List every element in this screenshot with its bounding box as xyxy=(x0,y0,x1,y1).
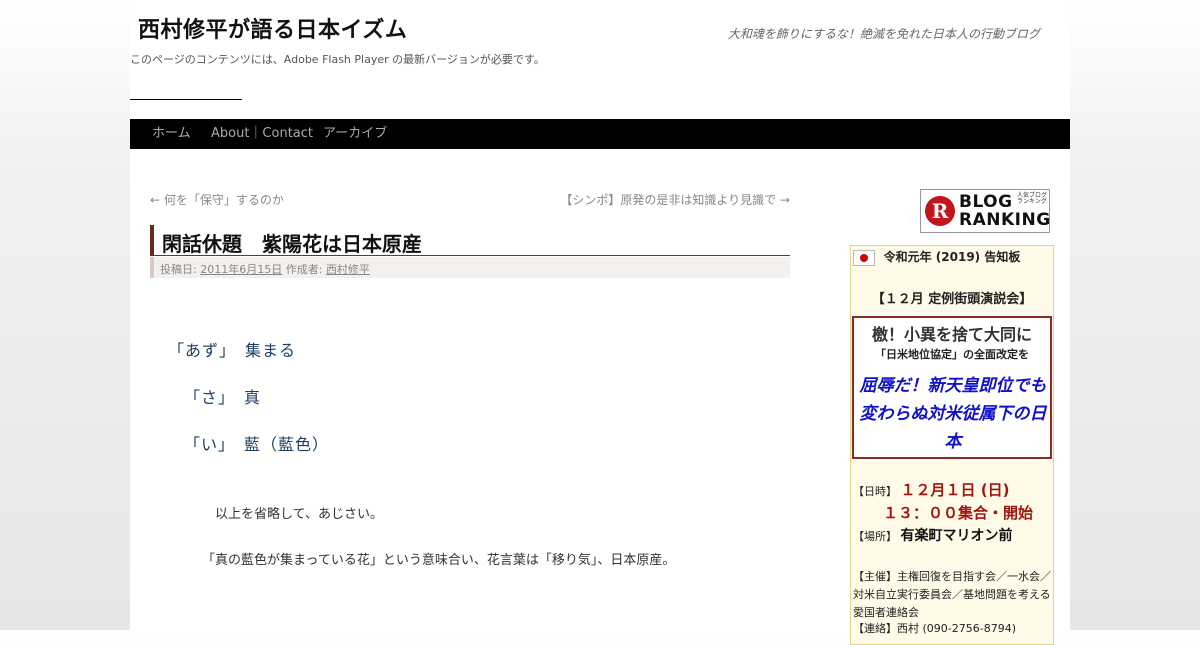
poem-line: 「あず」 集まる xyxy=(168,341,297,360)
ranking-small-text: 人気ブログランキング xyxy=(1017,192,1048,205)
post-author-link[interactable]: 西村修平 xyxy=(326,263,370,276)
event-time-row: １３：００集合・開始 xyxy=(883,502,1033,523)
meta-date-prefix: 投稿日: xyxy=(160,263,197,276)
event-date-row: 【日時】 １２月１日 (日) xyxy=(853,479,1009,500)
notice-board: 令和元年 (2019) 告知板 【１２月 定例街頭演説会】 檄！小異を捨て大同に… xyxy=(850,245,1054,645)
event-title: 【１２月 定例街頭演説会】 xyxy=(871,292,1033,307)
event-date: １２月１日 (日) xyxy=(900,481,1010,499)
site-title[interactable]: 西村修平が語る日本イズム xyxy=(138,12,407,44)
post-paragraph: 以上を省略して、あじさい。 xyxy=(215,507,383,522)
prev-post-link[interactable]: ← 何を「保守」するのか xyxy=(150,191,284,208)
poster-subline: 「日米地位協定」の全面改定を xyxy=(875,348,1029,361)
site-description: 大和魂を飾りにするな！絶滅を免れた日本人の行動ブログ xyxy=(727,27,1040,41)
date-label: 【日時】 xyxy=(853,485,897,498)
post-meta: 投稿日: 2011年6月15日 作成者: 西村修平 xyxy=(150,257,790,278)
post-paragraph: 「真の藍色が集まっている花」という意味合い、花言葉は「移り気」、日本原産。 xyxy=(202,553,676,568)
main-nav: ホーム About｜Contact アーカイブ xyxy=(130,119,1070,149)
nav-item-archive[interactable]: アーカイブ xyxy=(323,119,387,148)
poster-headline: 檄！小異を捨て大同に xyxy=(871,325,1032,344)
ranking-text-line1: BLOG xyxy=(959,192,1013,212)
event-contact: 【連絡】西村 (090-2756-8794) xyxy=(853,622,1017,635)
page-wrapper: 西村修平が語る日本イズム 大和魂を飾りにするな！絶滅を免れた日本人の行動ブログ … xyxy=(130,0,1070,645)
poster-slogan: 屈辱だ！新天皇即位でも変わらぬ対米従属下の日本 xyxy=(859,376,1047,452)
flash-player-notice: このページのコンテンツには、Adobe Flash Player の最新バージョ… xyxy=(130,53,545,66)
next-post-link[interactable]: 【シンポ】原発の是非は知識より見識で → xyxy=(560,191,790,208)
poem-line: 「さ」 真 xyxy=(184,388,262,407)
post-date-link[interactable]: 2011年6月15日 xyxy=(200,263,282,276)
blog-ranking-banner[interactable]: R BLOG RANKING 人気ブログランキング xyxy=(920,189,1050,233)
notice-title: 令和元年 (2019) 告知板 xyxy=(883,250,1021,264)
ranking-logo-icon: R xyxy=(925,196,955,226)
place-label: 【場所】 xyxy=(853,530,897,543)
poem-line: 「い」 藍（藍色） xyxy=(184,435,330,454)
ranking-text-line2: RANKING xyxy=(959,210,1051,230)
event-poster: 檄！小異を捨て大同に 「日米地位協定」の全面改定を 屈辱だ！新天皇即位でも変わら… xyxy=(852,316,1052,459)
event-place: 有楽町マリオン前 xyxy=(900,528,1013,544)
post-title-box: 閑話休題 紫陽花は日本原産 xyxy=(150,225,790,256)
header-divider xyxy=(130,99,242,100)
event-time: １３：００集合・開始 xyxy=(883,504,1034,522)
nav-item-about-contact[interactable]: About｜Contact xyxy=(211,119,313,148)
post-title[interactable]: 閑話休題 紫陽花は日本原産 xyxy=(162,228,422,257)
event-organizer: 【主催】主権回復を目指す会／一水会／対米自立実行委員会／基地問題を考える愛国者連… xyxy=(853,570,1051,619)
meta-author-prefix: 作成者: xyxy=(285,263,323,276)
nav-item-home[interactable]: ホーム xyxy=(152,119,191,148)
event-place-row: 【場所】 有楽町マリオン前 xyxy=(853,525,1013,545)
